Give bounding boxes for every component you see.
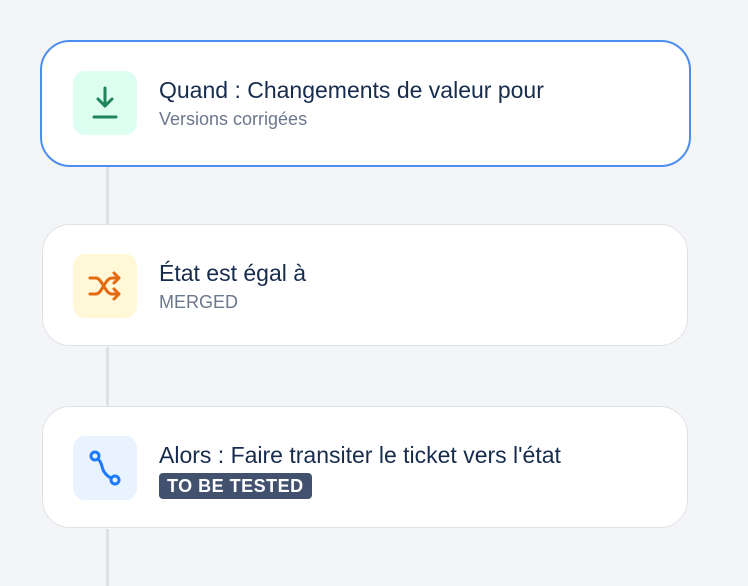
condition-card[interactable]: État est égal à MERGED	[42, 224, 688, 346]
action-text: Alors : Faire transiter le ticket vers l…	[159, 441, 561, 499]
condition-subtitle: MERGED	[159, 292, 239, 312]
action-card[interactable]: Alors : Faire transiter le ticket vers l…	[42, 406, 688, 528]
flow-connector	[106, 166, 109, 224]
condition-text: État est égal à MERGED	[159, 259, 306, 313]
action-icon-box	[73, 436, 137, 500]
trigger-card[interactable]: Quand : Changements de valeur pour Versi…	[40, 40, 691, 167]
rule-flow: Quand : Changements de valeur pour Versi…	[0, 0, 748, 586]
flow-connector	[106, 347, 109, 407]
action-title: Alors : Faire transiter le ticket vers l…	[159, 442, 561, 468]
trigger-icon-box	[73, 71, 137, 135]
condition-icon-box	[73, 254, 137, 318]
trigger-title: Quand : Changements de valeur pour	[159, 77, 544, 103]
status-badge: TO BE TESTED	[159, 473, 312, 499]
trigger-text: Quand : Changements de valeur pour Versi…	[159, 76, 544, 130]
condition-title: État est égal à	[159, 260, 307, 286]
download-icon	[92, 86, 118, 119]
trigger-subtitle: Versions corrigées	[159, 109, 308, 129]
shuffle-icon	[88, 271, 121, 301]
transition-icon	[89, 450, 121, 486]
flow-connector	[106, 529, 109, 586]
